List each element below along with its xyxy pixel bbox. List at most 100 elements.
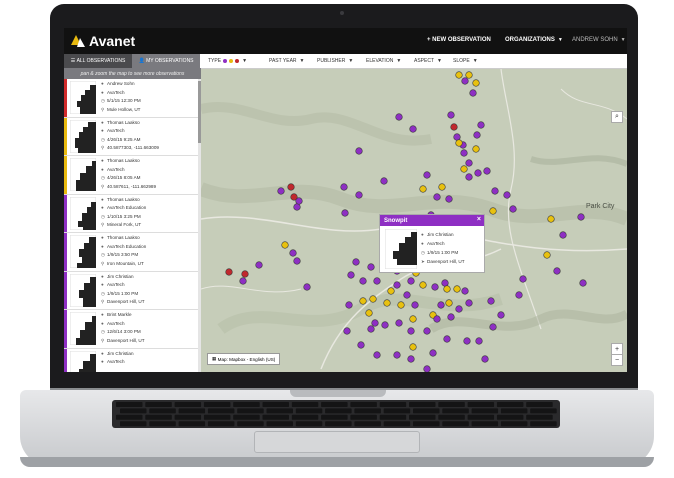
map-marker-observation[interactable] <box>369 295 377 303</box>
map-marker-snowpit[interactable] <box>474 169 482 177</box>
map-marker-snowpit[interactable] <box>359 277 367 285</box>
map-marker-observation[interactable] <box>453 285 461 293</box>
map-marker-observation[interactable] <box>547 215 555 223</box>
map-marker-snowpit[interactable] <box>509 205 517 213</box>
map-marker-snowpit[interactable] <box>239 277 247 285</box>
map-marker-snowpit[interactable] <box>409 125 417 133</box>
filter-publisher[interactable]: PUBLISHER ▼ <box>317 58 353 64</box>
map-marker-snowpit[interactable] <box>481 355 489 363</box>
map-marker-avalanche[interactable] <box>225 268 233 276</box>
map-marker-snowpit[interactable] <box>289 249 297 257</box>
map-marker-snowpit[interactable] <box>352 258 360 266</box>
map-marker-snowpit[interactable] <box>455 305 463 313</box>
map-marker-snowpit[interactable] <box>411 301 419 309</box>
map-marker-snowpit[interactable] <box>395 113 403 121</box>
map-attribution[interactable]: ▦ Map: Mapbox - English (US) <box>207 353 281 365</box>
map-marker-snowpit[interactable] <box>463 337 471 345</box>
map-marker-snowpit[interactable] <box>433 315 441 323</box>
map-marker-snowpit[interactable] <box>469 89 477 97</box>
map-marker-snowpit[interactable] <box>447 313 455 321</box>
map-marker-snowpit[interactable] <box>503 191 511 199</box>
map-marker-snowpit[interactable] <box>491 187 499 195</box>
map-marker-snowpit[interactable] <box>423 171 431 179</box>
map-marker-observation[interactable] <box>465 71 473 79</box>
map-marker-snowpit[interactable] <box>380 177 388 185</box>
map-marker-snowpit[interactable] <box>579 279 587 287</box>
map-marker-snowpit[interactable] <box>437 301 445 309</box>
map-marker-snowpit[interactable] <box>295 197 303 205</box>
map-marker-snowpit[interactable] <box>367 325 375 333</box>
tab-all-observations[interactable]: ☰ ALL OBSERVATIONS <box>64 54 132 68</box>
map-marker-observation[interactable] <box>383 299 391 307</box>
map-view[interactable]: Park City ⌕ + − ▦ Map: Mapbox - English … <box>201 69 627 372</box>
map-marker-snowpit[interactable] <box>519 275 527 283</box>
map-marker-snowpit[interactable] <box>371 319 379 327</box>
map-marker-observation[interactable] <box>443 285 451 293</box>
map-marker-snowpit[interactable] <box>461 287 469 295</box>
map-marker-snowpit[interactable] <box>393 281 401 289</box>
close-icon[interactable]: × <box>477 216 481 223</box>
map-marker-snowpit[interactable] <box>483 167 491 175</box>
map-marker-snowpit[interactable] <box>357 341 365 349</box>
map-marker-snowpit[interactable] <box>255 261 263 269</box>
observation-list-item[interactable]: ● Andrew Sohn ● AvaTech ◷ 5/1/15 12:30 PM ⚲ Mul… <box>64 79 201 118</box>
observation-list-item[interactable]: ● Thomas Laakso ● AvaTech ◷ 4/26/15 9:25 AM ⚲ 4… <box>64 117 201 156</box>
map-marker-snowpit[interactable] <box>577 213 585 221</box>
filter-aspect[interactable]: ASPECT ▼ <box>414 58 442 64</box>
map-marker-snowpit[interactable] <box>345 301 353 309</box>
map-marker-snowpit[interactable] <box>340 183 348 191</box>
map-marker-snowpit[interactable] <box>403 291 411 299</box>
organizations-menu[interactable]: ORGANIZATIONS ▼ <box>505 37 563 43</box>
app-logo-text[interactable]: Avanet <box>89 33 135 49</box>
map-marker-snowpit[interactable] <box>343 327 351 335</box>
map-marker-snowpit[interactable] <box>465 159 473 167</box>
map-marker-snowpit[interactable] <box>373 277 381 285</box>
map-marker-snowpit[interactable] <box>355 147 363 155</box>
new-observation-button[interactable]: + NEW OBSERVATION <box>427 37 491 43</box>
map-marker-snowpit[interactable] <box>559 231 567 239</box>
map-marker-snowpit[interactable] <box>395 319 403 327</box>
map-marker-observation[interactable] <box>397 301 405 309</box>
map-marker-snowpit[interactable] <box>465 299 473 307</box>
map-marker-snowpit[interactable] <box>355 191 363 199</box>
map-marker-snowpit[interactable] <box>461 77 469 85</box>
observation-list-item[interactable]: ● Brint Markle ● AvaTech ◷ 12/6/14 3:00 PM ⚲ Da… <box>64 310 201 349</box>
map-marker-avalanche[interactable] <box>287 183 295 191</box>
map-marker-observation[interactable] <box>455 139 463 147</box>
observation-list-item[interactable]: ● Thomas Laakso ● AvaTech Education ◷ 1/9/15 … <box>64 233 201 272</box>
map-marker-snowpit[interactable] <box>477 121 485 129</box>
map-marker-avalanche[interactable] <box>241 270 249 278</box>
map-marker-snowpit[interactable] <box>423 327 431 335</box>
user-menu[interactable]: ANDREW SOHN ▼ <box>572 37 626 43</box>
map-marker-snowpit[interactable] <box>293 203 301 211</box>
map-marker-observation[interactable] <box>489 207 497 215</box>
map-marker-observation[interactable] <box>472 79 480 87</box>
map-marker-observation[interactable] <box>359 297 367 305</box>
map-marker-snowpit[interactable] <box>475 337 483 345</box>
map-marker-snowpit[interactable] <box>443 335 451 343</box>
observation-list-item[interactable]: ● Thomas Laakso ● AvaTech ◷ 4/26/15 8:05 AM ⚲ 4… <box>64 156 201 195</box>
map-marker-snowpit[interactable] <box>445 195 453 203</box>
map-marker-observation[interactable] <box>281 241 289 249</box>
map-marker-snowpit[interactable] <box>553 267 561 275</box>
map-marker-snowpit[interactable] <box>460 149 468 157</box>
map-marker-snowpit[interactable] <box>407 277 415 285</box>
map-marker-observation[interactable] <box>409 315 417 323</box>
map-marker-snowpit[interactable] <box>447 111 455 119</box>
map-marker-observation[interactable] <box>445 299 453 307</box>
map-marker-snowpit[interactable] <box>381 321 389 329</box>
map-marker-snowpit[interactable] <box>347 271 355 279</box>
map-marker-snowpit[interactable] <box>423 365 431 372</box>
snowpit-popup[interactable]: Snowpit × ● Jim Christian ● AvaTech ◷ 1/9/1… <box>379 214 485 273</box>
map-marker-snowpit[interactable] <box>407 327 415 335</box>
tab-my-observations[interactable]: 👤 MY OBSERVATIONS <box>132 54 200 68</box>
map-marker-observation[interactable] <box>455 71 463 79</box>
filter-past-year[interactable]: PAST YEAR ▼ <box>269 58 304 64</box>
snowpit-profile-thumbnail[interactable] <box>385 229 417 269</box>
map-marker-snowpit[interactable] <box>407 355 415 363</box>
map-marker-snowpit[interactable] <box>429 349 437 357</box>
map-marker-snowpit[interactable] <box>515 291 523 299</box>
map-marker-observation[interactable] <box>387 287 395 295</box>
map-marker-snowpit[interactable] <box>487 297 495 305</box>
map-marker-snowpit[interactable] <box>473 131 481 139</box>
